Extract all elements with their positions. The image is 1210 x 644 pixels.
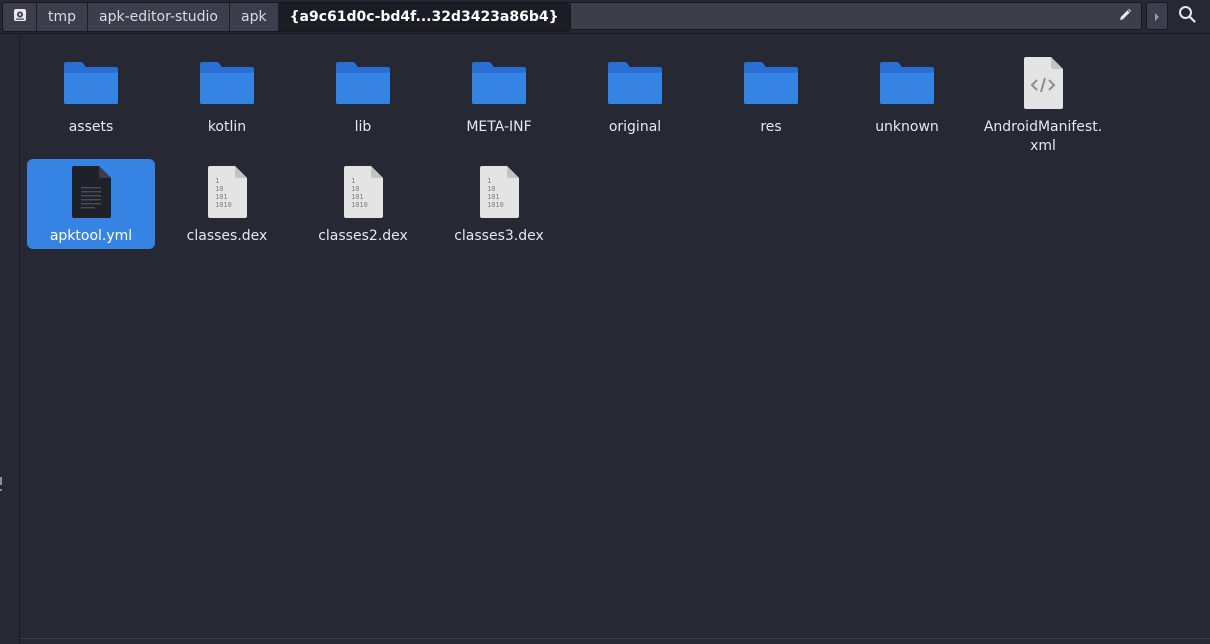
pencil-icon	[1118, 7, 1132, 26]
file-name: classes2.dex	[318, 228, 408, 244]
file-name: META-INF	[466, 119, 532, 135]
scroll-path-right-button[interactable]	[1146, 2, 1168, 30]
file-item-original[interactable]: original	[571, 50, 699, 140]
sidebar-handle	[0, 477, 2, 485]
file-item-assets[interactable]: assets	[27, 50, 155, 140]
file-name: assets	[68, 119, 114, 135]
svg-text:10: 10	[215, 185, 223, 193]
file-item-androidmanifest[interactable]: AndroidManifest.xml	[979, 50, 1107, 162]
svg-text:1: 1	[351, 177, 355, 185]
drive-icon	[13, 8, 27, 26]
file-item-meta-inf[interactable]: META-INF	[435, 50, 563, 140]
text-file-icon	[69, 165, 113, 219]
svg-text:10: 10	[487, 185, 495, 193]
file-name: classes3.dex	[454, 228, 544, 244]
file-item-unknown[interactable]: unknown	[843, 50, 971, 140]
file-name: unknown	[875, 119, 939, 135]
svg-text:101: 101	[215, 193, 228, 201]
svg-text:1010: 1010	[487, 201, 504, 209]
search-button[interactable]	[1172, 2, 1202, 30]
breadcrumb-tmp[interactable]: tmp	[37, 3, 89, 31]
file-name: res	[760, 119, 782, 135]
chevron-right-icon	[1153, 7, 1161, 26]
file-name: kotlin	[207, 119, 247, 135]
file-name: classes.dex	[186, 228, 268, 244]
file-view[interactable]: assets kotlin lib META-INF original res …	[20, 34, 1210, 638]
file-name: AndroidManifest.xml	[983, 119, 1103, 154]
status-divider	[20, 638, 1210, 639]
svg-text:1: 1	[487, 177, 491, 185]
folder-icon	[198, 56, 256, 110]
path-bar-fill	[533, 2, 1109, 30]
folder-icon	[878, 56, 936, 110]
breadcrumb-apk-editor-studio[interactable]: apk-editor-studio	[88, 3, 230, 31]
svg-text:1010: 1010	[351, 201, 368, 209]
path-bar: tmp apk-editor-studio apk {a9c61d0c-bd4f…	[0, 0, 1210, 34]
svg-text:101: 101	[351, 193, 364, 201]
file-name: original	[608, 119, 662, 135]
file-item-lib[interactable]: lib	[299, 50, 427, 140]
svg-text:101: 101	[487, 193, 500, 201]
search-icon	[1178, 5, 1196, 27]
svg-text:10: 10	[351, 185, 359, 193]
breadcrumb: tmp apk-editor-studio apk {a9c61d0c-bd4f…	[2, 2, 571, 32]
file-item-classes2-dex[interactable]: 1 10 101 1010 classes2.dex	[299, 159, 427, 249]
sidebar-handle-dot	[0, 489, 2, 491]
binary-file-icon: 1 10 101 1010	[477, 165, 521, 219]
file-item-classes-dex[interactable]: 1 10 101 1010 classes.dex	[163, 159, 291, 249]
folder-icon	[606, 56, 664, 110]
file-name: lib	[354, 119, 372, 135]
breadcrumb-current[interactable]: {a9c61d0c-bd4f...32d3423a86b4}	[278, 3, 570, 31]
file-item-classes3-dex[interactable]: 1 10 101 1010 classes3.dex	[435, 159, 563, 249]
xml-file-icon	[1021, 56, 1065, 110]
folder-icon	[742, 56, 800, 110]
file-item-apktool-yml[interactable]: apktool.yml	[27, 159, 155, 249]
binary-file-icon: 1 10 101 1010	[205, 165, 249, 219]
sidebar-collapsed[interactable]	[0, 34, 20, 644]
file-item-res[interactable]: res	[707, 50, 835, 140]
breadcrumb-apk[interactable]: apk	[230, 3, 279, 31]
folder-icon	[470, 56, 528, 110]
edit-location-button[interactable]	[1109, 2, 1142, 30]
folder-icon	[334, 56, 392, 110]
svg-text:1: 1	[215, 177, 219, 185]
breadcrumb-root[interactable]	[3, 3, 37, 31]
file-name: apktool.yml	[49, 228, 133, 244]
folder-icon	[62, 56, 120, 110]
binary-file-icon: 1 10 101 1010	[341, 165, 385, 219]
file-item-kotlin[interactable]: kotlin	[163, 50, 291, 140]
svg-text:1010: 1010	[215, 201, 232, 209]
